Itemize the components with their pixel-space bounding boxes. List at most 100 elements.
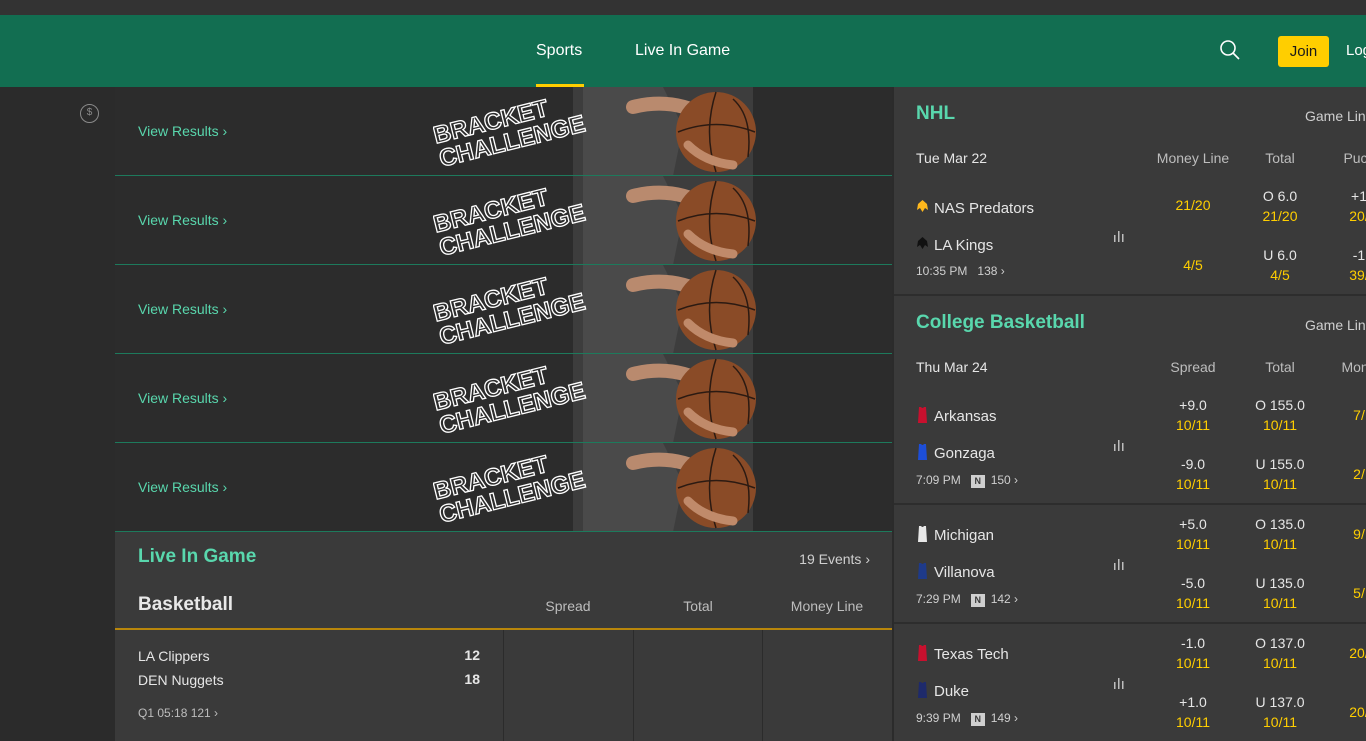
game-meta[interactable]: 9:39 PM N 149 › (916, 711, 1018, 726)
odds-total[interactable]: O 137.0 10/11 (1235, 633, 1325, 673)
view-results-link[interactable]: View Results › (138, 87, 227, 175)
odds-total[interactable]: O 135.0 10/11 (1235, 514, 1325, 554)
stats-icon[interactable] (1113, 558, 1127, 570)
odds-money-line[interactable]: 5/ (1314, 583, 1366, 603)
section-title-college-basketball: College Basketball (916, 312, 1085, 333)
odds-money-line[interactable]: 9/ (1314, 524, 1366, 544)
team-row: Michigan (916, 525, 994, 544)
game-time: 9:39 PM (916, 711, 961, 725)
team-name: Villanova (934, 564, 995, 581)
left-rail (0, 87, 115, 741)
odds-puck-line[interactable]: +120/ (1314, 186, 1366, 226)
game-lines-link[interactable]: Game Lines (1305, 317, 1366, 333)
team-logo-icon (917, 200, 928, 212)
view-results-link[interactable]: View Results › (138, 443, 227, 531)
markets-count: 138 › (977, 264, 1005, 278)
team-name: Texas Tech (934, 646, 1009, 663)
nav-live-in-game[interactable]: Live In Game (635, 15, 730, 87)
odds-total[interactable]: U 155.0 10/11 (1235, 454, 1325, 494)
search-icon[interactable] (1219, 39, 1241, 61)
bracket-challenge-banner[interactable]: View Results › BRACKET CHALLENGE (115, 176, 892, 265)
jersey-icon (918, 645, 927, 661)
team-name: DEN Nuggets (138, 672, 224, 688)
jersey-icon (918, 682, 927, 698)
game-meta[interactable]: 10:35 PM 138 › (916, 264, 1005, 278)
live-in-game-section: Live In Game 19 Events › Basketball Spre… (115, 532, 892, 741)
game-separator (894, 622, 1366, 624)
jersey-icon (918, 526, 927, 542)
odds-total[interactable]: U 137.0 10/11 (1235, 692, 1325, 732)
game-lines-link[interactable]: Game Lines (1305, 108, 1366, 124)
team-name: Gonzaga (934, 445, 995, 462)
odds-money-line[interactable]: 7/ (1314, 405, 1366, 425)
team-name: Duke (934, 683, 970, 700)
odds-money-line[interactable]: 20/ (1314, 702, 1366, 722)
section-separator (894, 294, 1366, 296)
odds-spread[interactable]: +9.0 10/11 (1148, 395, 1238, 435)
odds-cell-money-line[interactable] (762, 630, 892, 741)
jersey-icon (918, 407, 927, 423)
stats-icon[interactable] (1113, 439, 1127, 451)
odds-total[interactable]: U 6.0 4/5 (1235, 245, 1325, 285)
team-name: NAS Predators (934, 200, 1035, 217)
column-header-money-line: Mone (1341, 359, 1366, 375)
odds-cell-total[interactable] (633, 630, 763, 741)
column-header-total: Total (1265, 359, 1295, 375)
team-name: Arkansas (934, 408, 997, 425)
bracket-challenge-banner[interactable]: View Results › BRACKET CHALLENGE (115, 354, 892, 443)
game-meta[interactable]: 7:29 PM N 142 › (916, 592, 1018, 607)
live-game-row[interactable]: LA Clippers 12 DEN Nuggets 18 Q1 05:18 1… (115, 630, 892, 741)
odds-cell-spread[interactable] (503, 630, 633, 741)
sport-heading: Basketball (138, 594, 234, 615)
live-in-game-title: Live In Game (138, 546, 257, 567)
bracket-challenge-art: BRACKETCHALLENGE (433, 443, 756, 531)
neutral-site-badge: N (970, 594, 985, 607)
odds-money-line[interactable]: 2/ (1314, 464, 1366, 484)
odds-total[interactable]: O 155.0 10/11 (1235, 395, 1325, 435)
join-button[interactable]: Join (1278, 36, 1329, 67)
dollar-coin-icon[interactable]: $ (80, 104, 99, 123)
bracket-challenge-banner[interactable]: View Results › BRACKET CHALLENGE (115, 443, 892, 532)
stats-icon[interactable] (1113, 677, 1127, 689)
bracket-challenge-banner[interactable]: View Results › BRACKET CHALLENGE (115, 265, 892, 354)
odds-money-line[interactable]: 20/ (1314, 643, 1366, 663)
markets-count: 149 › (990, 711, 1019, 725)
bracket-challenge-art: BRACKETCHALLENGE (433, 354, 756, 442)
game-time: 7:29 PM (916, 592, 961, 606)
column-header-total: Total (1265, 150, 1295, 166)
bracket-challenge-art: BRACKETCHALLENGE (433, 176, 756, 264)
view-results-link[interactable]: View Results › (138, 176, 227, 264)
game-meta[interactable]: 7:09 PM N 150 › (916, 473, 1018, 488)
odds-total[interactable]: O 6.0 21/20 (1235, 186, 1325, 226)
team-row: NAS Predators (916, 198, 1034, 217)
odds-spread[interactable]: +5.0 10/11 (1148, 514, 1238, 554)
odds-total[interactable]: U 135.0 10/11 (1235, 573, 1325, 613)
team-row: Gonzaga (916, 443, 995, 462)
team-row: Arkansas (916, 406, 997, 425)
jersey-icon (918, 444, 927, 460)
neutral-site-badge: N (970, 475, 985, 488)
game-separator (894, 503, 1366, 505)
view-results-link[interactable]: View Results › (138, 354, 227, 442)
events-count-link[interactable]: 19 Events › (799, 551, 870, 567)
odds-money-line[interactable]: 4/5 (1148, 255, 1238, 275)
team-name: LA Kings (934, 237, 994, 254)
right-panel: NHL Game Lines Tue Mar 22 Money Line Tot… (894, 87, 1366, 741)
odds-puck-line[interactable]: -139/ (1314, 245, 1366, 285)
column-header-spread: Spread (545, 598, 591, 614)
odds-spread[interactable]: -5.0 10/11 (1148, 573, 1238, 613)
game-time: 10:35 PM (916, 264, 968, 278)
neutral-site-badge: N (970, 713, 985, 726)
odds-spread[interactable]: -1.0 10/11 (1148, 633, 1238, 673)
odds-spread[interactable]: +1.0 10/11 (1148, 692, 1238, 732)
stats-icon[interactable] (1113, 230, 1127, 242)
column-header-money-line: Money Line (790, 598, 864, 614)
markets-count: 142 › (990, 592, 1019, 606)
odds-money-line[interactable]: 21/20 (1148, 195, 1238, 215)
markets-count: 150 › (990, 473, 1019, 487)
bracket-challenge-banner[interactable]: View Results › BRACKET CHALLENGE (115, 87, 892, 176)
view-results-link[interactable]: View Results › (138, 265, 227, 353)
login-link[interactable]: Log (1346, 15, 1366, 87)
nav-sports[interactable]: Sports (536, 15, 582, 87)
odds-spread[interactable]: -9.0 10/11 (1148, 454, 1238, 494)
